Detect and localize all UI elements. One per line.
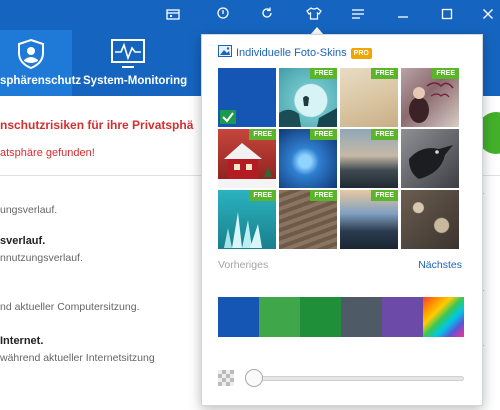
transparency-icon [218,370,234,386]
skins-title: Individuelle Foto-Skins [236,47,347,59]
row-subtitle: ungsverlauf. [0,204,58,216]
alert-subtitle: atsphäre gefunden! [0,147,95,159]
skin-thumbnail[interactable]: FREE [340,68,398,127]
free-badge: FREE [371,68,398,79]
refresh-icon[interactable] [257,5,277,25]
skin-thumbnail[interactable]: FREE [279,129,337,188]
alert-title: nschutzrisiken für ihre Privatsphä [0,118,194,132]
menu-list-icon[interactable] [348,5,368,25]
check-icon [220,110,236,124]
skin-thumbnail[interactable]: FREE [279,68,337,127]
free-badge: FREE [310,129,337,140]
color-swatch-dark-green[interactable] [300,297,341,337]
opacity-slider-handle[interactable] [245,369,263,387]
skin-thumbnail[interactable]: FREE [218,129,276,188]
color-swatch-purple[interactable] [382,297,423,337]
color-swatch-green[interactable] [259,297,300,337]
skin-thumbnail[interactable]: FREE [340,190,398,249]
color-swatch-blue[interactable] [218,297,259,337]
free-badge: FREE [310,190,337,201]
row-subtitle: nnutzungsverlauf. [0,252,83,264]
free-badge: FREE [432,68,459,79]
tab-label: sphärenschutz [0,75,82,87]
free-badge: FREE [310,68,337,79]
row-subtitle: während aktueller Internetsitzung [0,352,155,364]
previous-page-link[interactable]: Vorheriges [218,259,268,271]
maximize-icon[interactable] [437,5,457,25]
close-icon[interactable] [478,5,498,25]
crow-image [409,145,453,179]
skin-thumbnail[interactable]: FREE [218,190,276,249]
skin-thumbnail[interactable] [401,190,459,249]
row-title: sverlauf. [0,235,46,247]
power-icon[interactable] [213,5,233,25]
skin-thumbnail[interactable]: FREE [340,129,398,188]
title-bar [0,0,500,30]
pro-badge: PRO [350,47,372,59]
free-badge: FREE [371,129,398,140]
pulse-monitor-icon [110,38,146,73]
free-badge: FREE [249,190,276,201]
next-page-link[interactable]: Nächstes [418,259,462,271]
tab-privacy-protection[interactable]: sphärenschutz [0,30,81,96]
skins-header: Individuelle Foto-Skins PRO [218,44,372,62]
free-badge: FREE [249,129,276,140]
skin-shirt-icon[interactable] [304,5,324,25]
skin-thumbnail[interactable]: FREE [401,68,459,127]
row-subtitle: nd aktueller Computersitzung. [0,301,140,313]
opacity-slider[interactable] [252,376,464,381]
gift-card-icon[interactable] [163,5,183,25]
image-icon [218,44,232,62]
color-swatch-rainbow[interactable] [423,297,464,337]
minimize-icon[interactable] [393,5,413,25]
color-swatch-slate[interactable] [341,297,382,337]
skin-thumbnail[interactable] [218,68,276,127]
skin-thumbnail[interactable]: FREE [279,190,337,249]
skin-thumbnail[interactable] [401,129,459,188]
shield-user-icon [16,38,46,73]
free-badge: FREE [371,190,398,201]
tab-label: System-Monitoring [83,75,188,87]
row-title: Internet. [0,335,44,347]
skins-popover: Individuelle Foto-Skins PRO FREE FREE FR… [201,34,483,406]
tab-system-monitoring[interactable]: System-Monitoring [72,30,188,96]
